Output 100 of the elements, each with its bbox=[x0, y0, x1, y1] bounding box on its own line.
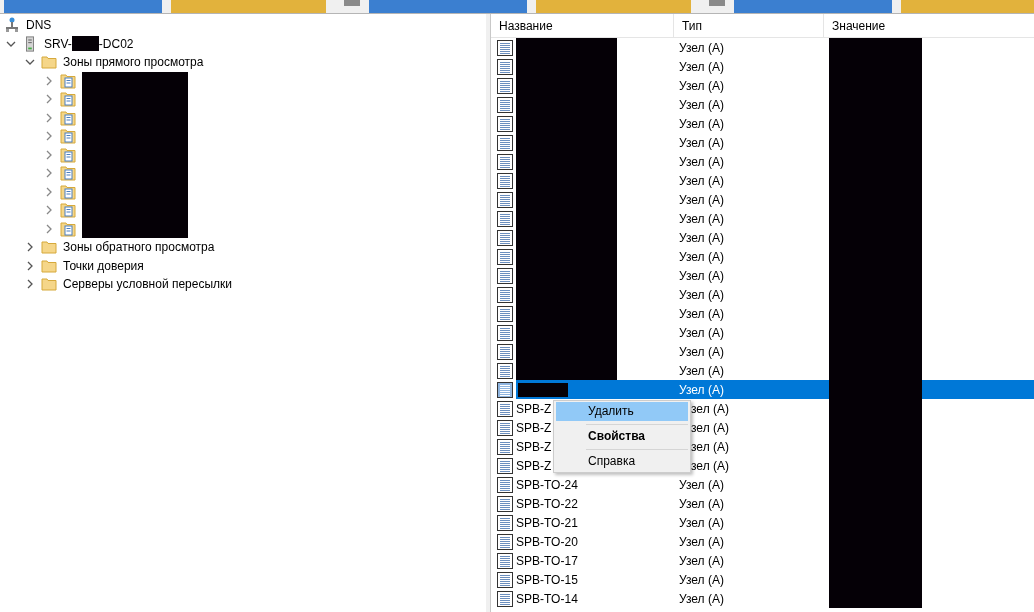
chevron-icon[interactable] bbox=[25, 242, 35, 253]
table-cell: Узел (A) bbox=[679, 477, 724, 492]
folder-icon bbox=[41, 54, 57, 71]
record-icon bbox=[497, 343, 513, 360]
zone-folder-icon bbox=[60, 220, 76, 237]
tree-label[interactable]: Зоны прямого просмотра bbox=[61, 55, 204, 70]
record-icon bbox=[497, 419, 513, 436]
record-icon bbox=[497, 381, 513, 398]
record-icon bbox=[497, 229, 513, 246]
record-icon bbox=[497, 115, 513, 132]
record-icon bbox=[497, 514, 513, 531]
table-cell: SPB-TO-14 bbox=[516, 591, 578, 606]
tree-label[interactable]: Точки доверия bbox=[61, 258, 144, 273]
zone-folder-icon bbox=[60, 202, 76, 219]
table-cell: Узел (A) bbox=[679, 116, 724, 131]
record-icon bbox=[497, 153, 513, 170]
record-icon bbox=[497, 77, 513, 94]
record-icon bbox=[497, 58, 513, 75]
chevron-icon[interactable] bbox=[25, 279, 35, 290]
column-header[interactable]: Тип bbox=[674, 14, 824, 37]
chevron-icon[interactable] bbox=[44, 112, 54, 123]
table-cell: Узел (A) bbox=[679, 553, 724, 568]
table-cell: зел (A) bbox=[691, 420, 729, 435]
record-icon bbox=[497, 438, 513, 455]
record-icon bbox=[497, 286, 513, 303]
table-cell: Узел (A) bbox=[679, 211, 724, 226]
folder-icon bbox=[41, 276, 57, 293]
record-icon bbox=[497, 476, 513, 493]
record-icon bbox=[497, 571, 513, 588]
chevron-icon[interactable] bbox=[44, 131, 54, 142]
tree-label[interactable]: DNS bbox=[24, 18, 52, 33]
table-cell: Узел (A) bbox=[679, 306, 724, 321]
table-cell: SPB-TO-22 bbox=[516, 496, 578, 511]
table-cell: SPB-Z bbox=[516, 420, 552, 435]
record-icon bbox=[497, 400, 513, 417]
record-icon bbox=[497, 324, 513, 341]
table-cell: Узел (A) bbox=[679, 515, 724, 530]
tree-label[interactable]: -DC02 bbox=[98, 36, 134, 51]
table-cell: Узел (A) bbox=[679, 287, 724, 302]
menu-item[interactable]: Свойства bbox=[556, 427, 688, 446]
table-cell: SPB-TO-15 bbox=[516, 572, 578, 587]
network-icon bbox=[4, 17, 20, 34]
column-header[interactable]: Название bbox=[491, 14, 674, 37]
table-cell: зел (A) bbox=[691, 439, 729, 454]
table-cell: Узел (A) bbox=[679, 382, 724, 397]
zone-folder-icon bbox=[60, 165, 76, 182]
record-icon bbox=[497, 495, 513, 512]
chevron-icon[interactable] bbox=[44, 223, 54, 234]
table-cell: Узел (A) bbox=[679, 325, 724, 340]
record-icon bbox=[497, 96, 513, 113]
table-cell: Узел (A) bbox=[679, 78, 724, 93]
table-cell: Узел (A) bbox=[679, 496, 724, 511]
table-cell: Узел (A) bbox=[679, 154, 724, 169]
table-cell: Узел (A) bbox=[679, 591, 724, 606]
record-icon bbox=[497, 362, 513, 379]
menu-item[interactable]: Удалить bbox=[556, 402, 688, 421]
record-icon bbox=[497, 172, 513, 189]
column-header[interactable]: Значение bbox=[824, 14, 1034, 37]
chevron-icon[interactable] bbox=[25, 260, 35, 271]
zone-folder-icon bbox=[60, 91, 76, 108]
chevron-icon[interactable] bbox=[44, 94, 54, 105]
record-icon bbox=[497, 457, 513, 474]
table-cell: Узел (A) bbox=[679, 534, 724, 549]
zone-folder-icon bbox=[60, 109, 76, 126]
record-icon bbox=[497, 210, 513, 227]
zone-folder-icon bbox=[60, 72, 76, 89]
table-cell: Узел (A) bbox=[679, 40, 724, 55]
table-cell: Узел (A) bbox=[679, 230, 724, 245]
table-cell: Узел (A) bbox=[679, 135, 724, 150]
folder-icon bbox=[41, 239, 57, 256]
redaction-block bbox=[518, 382, 568, 397]
chevron-icon[interactable] bbox=[44, 149, 54, 160]
record-icon bbox=[497, 39, 513, 56]
record-icon bbox=[497, 134, 513, 151]
chevron-icon[interactable] bbox=[44, 168, 54, 179]
chevron-icon[interactable] bbox=[44, 75, 54, 86]
table-cell: Узел (A) bbox=[679, 59, 724, 74]
table-cell: Узел (A) bbox=[679, 363, 724, 378]
table-cell: Узел (A) bbox=[679, 97, 724, 112]
table-cell: SPB-Z bbox=[516, 401, 552, 416]
zone-folder-icon bbox=[60, 146, 76, 163]
table-cell: зел (A) bbox=[691, 401, 729, 416]
record-icon bbox=[497, 590, 513, 607]
record-icon bbox=[497, 552, 513, 569]
table-cell: SPB-TO-21 bbox=[516, 515, 578, 530]
zone-folder-icon bbox=[60, 128, 76, 145]
zone-folder-icon bbox=[60, 183, 76, 200]
chevron-icon[interactable] bbox=[44, 205, 54, 216]
record-icon bbox=[497, 533, 513, 550]
table-cell: Узел (A) bbox=[679, 344, 724, 359]
table-cell: Узел (A) bbox=[679, 572, 724, 587]
tree-label[interactable]: SRV- bbox=[42, 36, 72, 51]
table-cell: Узел (A) bbox=[679, 268, 724, 283]
tree-label[interactable]: Серверы условной пересылки bbox=[61, 277, 233, 292]
folder-icon bbox=[41, 257, 57, 274]
chevron-icon[interactable] bbox=[44, 186, 54, 197]
menu-item[interactable]: Справка bbox=[556, 452, 688, 471]
table-cell: SPB-TO-17 bbox=[516, 553, 578, 568]
table-cell: SPB-TO-24 bbox=[516, 477, 578, 492]
tree-label[interactable]: Зоны обратного просмотра bbox=[61, 240, 215, 255]
